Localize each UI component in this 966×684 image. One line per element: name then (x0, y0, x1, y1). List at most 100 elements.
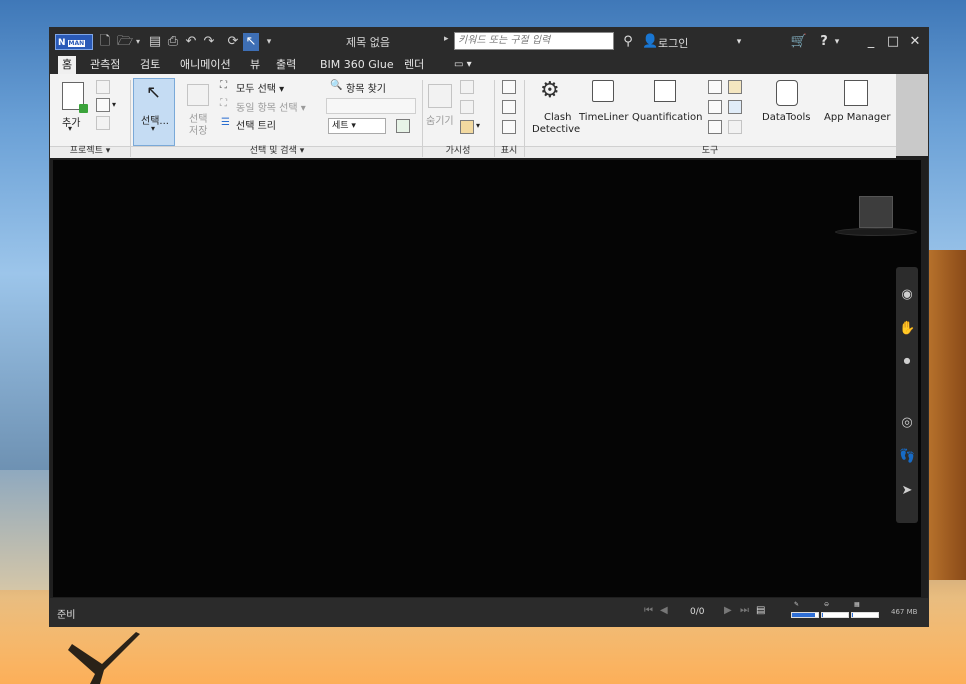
close-button[interactable]: ✕ (906, 32, 924, 52)
scripter-icon[interactable] (728, 80, 742, 94)
file-options-icon[interactable] (96, 116, 110, 130)
tools-group-label[interactable]: 도구 (524, 146, 896, 157)
user-icon[interactable]: 👤 (642, 32, 658, 52)
pan-hand-icon[interactable]: ✋ (899, 321, 915, 337)
hide-button-label[interactable]: 숨기기 (426, 112, 454, 127)
visibility-group-label[interactable]: 가시성 (422, 146, 494, 157)
quick-find-input[interactable] (326, 98, 416, 114)
zoom-icon[interactable]: ● (899, 353, 915, 369)
first-sheet-icon[interactable]: ⏮ (644, 605, 653, 616)
refresh-icon[interactable]: ⟳ (225, 33, 241, 51)
app-manager-label[interactable]: App Manager (824, 112, 891, 123)
print-icon[interactable]: ⎙ (165, 33, 181, 51)
maximize-button[interactable]: □ (884, 32, 902, 52)
compare-icon[interactable] (708, 120, 722, 134)
login-label[interactable]: 로그인 (658, 35, 688, 51)
binoculars-icon[interactable]: ⚲ (620, 32, 636, 52)
select-dropdown-icon[interactable]: ▾ (151, 124, 155, 133)
help-icon[interactable]: ? (816, 32, 832, 52)
save-selection-icon[interactable] (187, 84, 209, 106)
prev-sheet-icon[interactable]: ◀ (660, 605, 668, 616)
select-tool-icon[interactable]: ↖ (243, 33, 259, 51)
select-all-icon: ⛶ (220, 80, 227, 91)
walk-icon[interactable]: 👣 (899, 449, 915, 465)
select-pointer-icon[interactable]: ➤ (899, 483, 915, 499)
orbit-icon[interactable]: ◎ (899, 415, 915, 431)
datatools-icon[interactable] (776, 80, 798, 106)
last-sheet-icon[interactable]: ⏭ (740, 605, 749, 616)
desktop-wallpaper-shore (0, 470, 50, 590)
help-dropdown-icon[interactable]: ▾ (832, 32, 842, 52)
properties-icon[interactable] (502, 120, 516, 134)
refresh-model-icon[interactable] (96, 80, 110, 94)
animator-icon[interactable] (708, 80, 722, 94)
undo-icon[interactable]: ↶ (183, 33, 199, 51)
selection-tree-button[interactable]: 선택 트리 (236, 117, 276, 132)
clash-label-1[interactable]: Clash (544, 112, 571, 123)
links-icon[interactable] (502, 80, 516, 94)
save-selection-label-2[interactable]: 저장 (189, 122, 207, 137)
tab-animation[interactable]: 애니메이션 (176, 56, 235, 74)
unhide-dropdown-icon[interactable]: ▾ (476, 121, 480, 130)
open-file-icon[interactable]: 🗁 (117, 33, 133, 51)
tab-review[interactable]: 검토 (136, 56, 164, 74)
reset-dropdown-icon[interactable]: ▾ (112, 100, 116, 109)
select-search-group-label[interactable]: 선택 및 검색 ▾ (132, 146, 422, 157)
search-input[interactable]: 키워드 또는 구절 입력 (454, 32, 614, 50)
ribbon-separator (130, 80, 131, 157)
find-items-icon: 🔍 (330, 80, 343, 91)
select-same-button[interactable]: 동일 항목 선택 ▾ (236, 99, 306, 114)
clash-detective-icon[interactable]: ⚙ (540, 78, 560, 103)
require-icon[interactable] (460, 80, 474, 94)
clash-label-2[interactable]: Detective (532, 124, 580, 135)
tab-home[interactable]: 홈 (58, 56, 77, 74)
add-dropdown-icon[interactable]: ▾ (68, 124, 72, 133)
redo-icon[interactable]: ↷ (201, 33, 217, 51)
tab-render[interactable]: 렌더 (400, 56, 428, 74)
sheet-browser-icon[interactable]: ▤ (756, 605, 765, 616)
appearance-profiler-icon[interactable] (708, 100, 722, 114)
save-icon[interactable]: ▤ (147, 33, 163, 51)
tab-bim360-glue[interactable]: BIM 360 Glue (316, 56, 398, 74)
hide-unselected-icon[interactable] (460, 100, 474, 114)
display-group-label[interactable]: 표시 (494, 146, 524, 157)
customize-qat-icon[interactable]: ▾ (261, 33, 277, 51)
unhide-all-icon[interactable] (460, 120, 474, 134)
tab-extra-dropdown-icon[interactable]: ▭ ▾ (450, 56, 476, 74)
manage-sets-icon[interactable] (396, 119, 410, 133)
viewcube[interactable] (859, 196, 893, 228)
tab-output[interactable]: 출력 (272, 56, 300, 74)
quantification-icon[interactable] (654, 80, 676, 102)
reset-all-icon[interactable] (96, 98, 110, 112)
steering-wheel-icon[interactable]: ◉ (899, 287, 915, 303)
quick-properties-icon[interactable] (502, 100, 516, 114)
tab-view[interactable]: 뷰 (246, 56, 264, 74)
next-sheet-icon[interactable]: ▶ (724, 605, 732, 616)
add-file-icon[interactable] (62, 82, 88, 113)
pencil-gauge-fill (792, 613, 816, 617)
cart-icon[interactable]: 🛒 (790, 32, 808, 52)
select-all-button[interactable]: 모두 선택 ▾ (236, 80, 284, 95)
timeliner-icon[interactable] (592, 80, 614, 102)
login-dropdown-icon[interactable]: ▾ (734, 32, 744, 52)
minimize-button[interactable]: _ (862, 32, 880, 52)
quantification-label[interactable]: Quantification (632, 112, 702, 123)
sets-dropdown[interactable]: 세트 ▾ (328, 118, 386, 134)
viewcube-ring[interactable] (835, 228, 917, 236)
3d-viewport[interactable]: ◉ ✋ ● ◎ 👣 ➤ (53, 160, 921, 597)
open-dropdown-icon[interactable]: ▾ (133, 33, 143, 51)
find-items-button[interactable]: 항목 찾기 (346, 80, 386, 95)
title-bar: N MAN 🗋 🗁 ▾ ▤ ⎙ ↶ ↷ ⟳ ↖ ▾ 제목 없음 ▸ 키워드 또는 … (50, 28, 928, 56)
disk-gauge-label: ⊖ (824, 601, 830, 608)
tools-extra-icon[interactable] (728, 120, 742, 134)
search-expand-icon[interactable]: ▸ (444, 34, 449, 44)
timeliner-label[interactable]: TimeLiner (579, 112, 628, 123)
project-group-label[interactable]: 프로젝트 ▾ (50, 146, 130, 157)
app-manager-icon[interactable] (844, 80, 868, 106)
new-file-icon[interactable]: 🗋 (97, 33, 113, 51)
datatools-label[interactable]: DataTools (762, 112, 811, 123)
batch-utility-icon[interactable] (728, 100, 742, 114)
hide-icon[interactable] (428, 84, 452, 108)
tab-viewpoint[interactable]: 관측점 (86, 56, 124, 74)
app-logo-icon[interactable]: N MAN (55, 34, 93, 50)
